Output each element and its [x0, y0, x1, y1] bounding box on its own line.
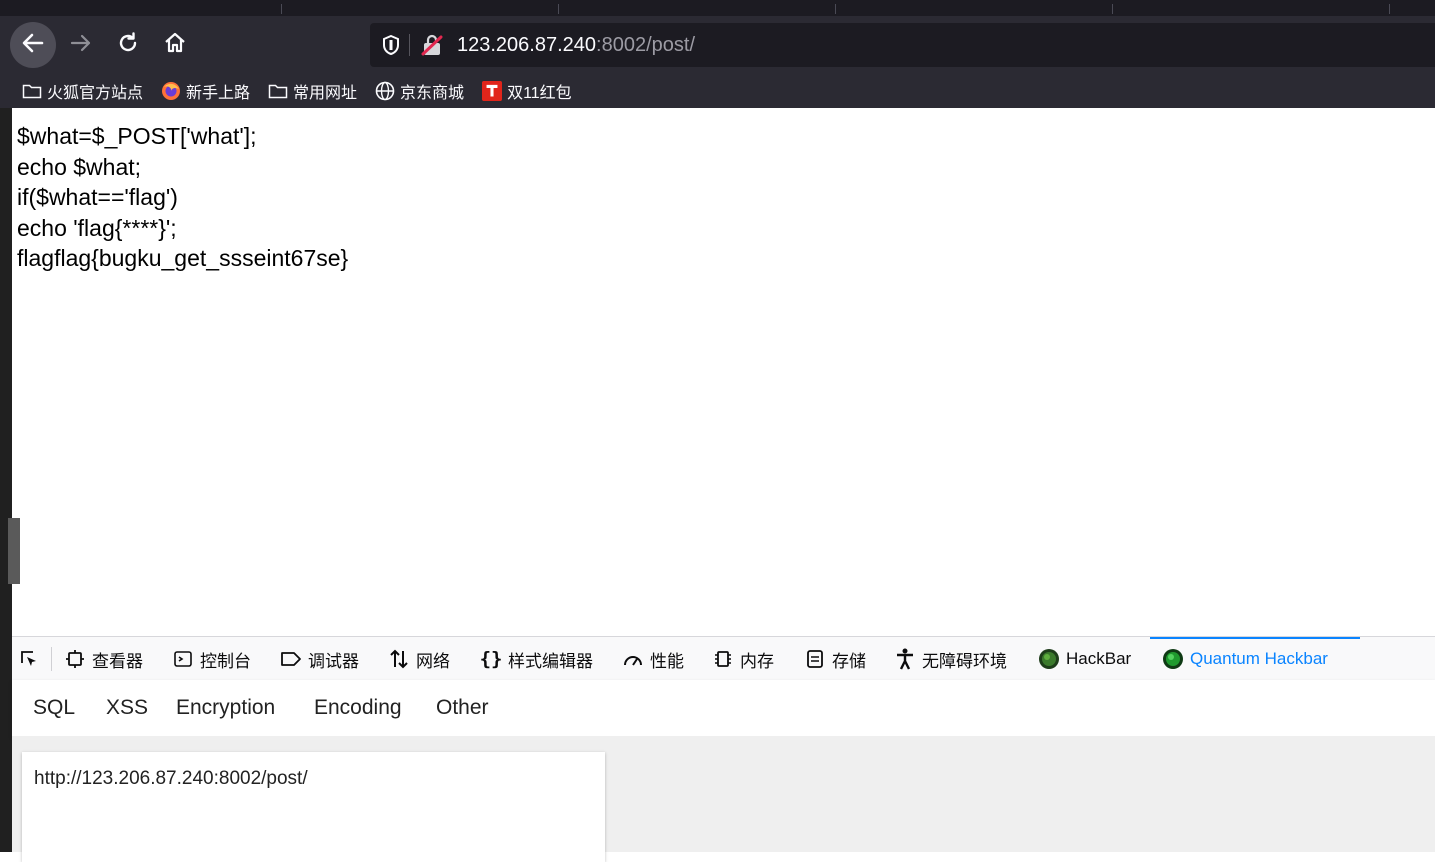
bookmark-label: 双11红包: [507, 85, 572, 102]
toolbar-divider: [51, 647, 52, 671]
active-tab-indicator: [1150, 637, 1360, 639]
hackbar-icon: [1038, 648, 1060, 670]
bookmark-label: 常用网址: [293, 85, 358, 102]
tab-label: 存储: [832, 651, 866, 671]
hackbar-menu: SQL XSS Encryption Encoding Other: [12, 680, 1435, 736]
menu-encoding[interactable]: Encoding: [314, 696, 402, 720]
tab-separator: [558, 4, 559, 14]
hackbar-workspace: http://123.206.87.240:8002/post/: [12, 736, 1435, 862]
tab-performance[interactable]: 性能: [622, 637, 684, 681]
insecure-lock-icon[interactable]: [420, 33, 444, 57]
devtools-toolbar: 查看器 控制台 调试器 网络 {} 样式编辑器 性能 内存 存储 无障碍环境 H…: [12, 636, 1435, 682]
memory-icon: [712, 648, 734, 670]
performance-icon: [622, 648, 644, 670]
url-separator: [409, 34, 410, 56]
tab-label: 无障碍环境: [922, 651, 1007, 671]
element-picker-button[interactable]: [18, 637, 46, 681]
tab-separator: [1389, 4, 1390, 14]
flag-output-line: flagflag{bugku_get_ssseint67se}: [17, 245, 349, 272]
folder-icon: [268, 81, 288, 101]
tab-memory[interactable]: 内存: [712, 637, 774, 681]
firefox-icon: [161, 81, 181, 101]
folder-icon: [22, 81, 42, 101]
home-icon: [163, 31, 187, 60]
forward-button[interactable]: [66, 30, 96, 60]
tab-label: 性能: [650, 651, 684, 671]
browser-chrome: 123.206.87.240:8002/post/ 火狐官方站点 新手上路 常用…: [0, 0, 1435, 108]
url-host: 123.206.87.240: [457, 34, 597, 56]
quantum-hackbar-icon: [1162, 648, 1184, 670]
storage-icon: [804, 648, 826, 670]
console-icon: [172, 648, 194, 670]
tab-strip: [0, 0, 1435, 16]
tab-console[interactable]: 控制台: [172, 637, 251, 681]
debugger-icon: [280, 648, 302, 670]
arrow-left-icon: [20, 30, 46, 61]
reload-button[interactable]: [113, 30, 143, 60]
tab-accessibility[interactable]: 无障碍环境: [894, 637, 1007, 681]
devtools-panel: 查看器 控制台 调试器 网络 {} 样式编辑器 性能 内存 存储 无障碍环境 H…: [12, 636, 1435, 862]
url-text[interactable]: 123.206.87.240:8002/post/: [457, 33, 695, 57]
code-line: echo 'flag{****}';: [17, 214, 177, 241]
tab-debugger[interactable]: 调试器: [280, 637, 359, 681]
left-window-edge: [0, 0, 12, 852]
tab-inspector[interactable]: 查看器: [64, 637, 143, 681]
reload-icon: [116, 31, 140, 60]
menu-sql[interactable]: SQL: [33, 696, 75, 720]
inspector-icon: [64, 648, 86, 670]
bookmark-label: 京东商城: [400, 85, 465, 102]
home-button[interactable]: [160, 30, 190, 60]
scrollbar-thumb[interactable]: [8, 518, 20, 584]
navigation-toolbar: 123.206.87.240:8002/post/: [0, 16, 1435, 74]
tab-label: 调试器: [308, 651, 359, 671]
style-editor-icon: {}: [479, 648, 503, 670]
menu-other[interactable]: Other: [436, 696, 489, 720]
tab-label: 控制台: [200, 651, 251, 671]
globe-icon: [375, 81, 395, 101]
bookmark-huohu[interactable]: 火狐官方站点: [22, 78, 143, 104]
hackbar-url-value: http://123.206.87.240:8002/post/: [34, 768, 308, 789]
bookmark-xinshou[interactable]: 新手上路: [161, 78, 250, 104]
hackbar-url-input[interactable]: http://123.206.87.240:8002/post/: [22, 752, 605, 862]
tab-label: 网络: [416, 651, 450, 671]
shield-icon[interactable]: [380, 34, 402, 56]
back-button[interactable]: [10, 22, 56, 68]
accessibility-icon: [894, 648, 916, 670]
tab-label: 内存: [740, 651, 774, 671]
code-line: echo $what;: [17, 153, 142, 180]
tab-style-editor[interactable]: {} 样式编辑器: [480, 637, 593, 681]
t-badge-icon: [482, 81, 503, 101]
tab-label: 样式编辑器: [508, 651, 593, 671]
tab-separator: [281, 4, 282, 14]
url-bar[interactable]: 123.206.87.240:8002/post/: [370, 23, 1435, 67]
element-picker-icon: [18, 648, 40, 670]
tab-separator: [835, 4, 836, 14]
tab-storage[interactable]: 存储: [804, 637, 866, 681]
tab-separator: [1112, 4, 1113, 14]
menu-encryption[interactable]: Encryption: [176, 696, 275, 720]
bookmark-label: 火狐官方站点: [47, 85, 144, 102]
php-source-output: $what=$_POST['what'];echo $what; if($what…: [17, 121, 348, 274]
tab-quantum-hackbar[interactable]: Quantum Hackbar: [1162, 637, 1328, 681]
tab-network[interactable]: 网络: [388, 637, 450, 681]
tab-label: HackBar: [1066, 649, 1132, 668]
page-content: $what=$_POST['what'];echo $what; if($what…: [12, 108, 1435, 636]
bookmark-shuang11[interactable]: 双11红包: [482, 78, 572, 104]
network-icon: [388, 648, 410, 670]
code-line: $what=$_POST['what'];: [17, 123, 257, 149]
tab-label: Quantum Hackbar: [1190, 649, 1328, 668]
code-line: if($what=='flag'): [17, 184, 178, 211]
bookmark-label: 新手上路: [186, 85, 251, 102]
arrow-right-icon: [69, 31, 93, 60]
url-path: :8002/post/: [596, 34, 695, 56]
tab-label: 查看器: [92, 651, 143, 671]
tab-hackbar[interactable]: HackBar: [1038, 637, 1131, 681]
bookmark-changyong[interactable]: 常用网址: [268, 78, 357, 104]
bookmark-jingdong[interactable]: 京东商城: [375, 78, 464, 104]
bookmarks-toolbar: 火狐官方站点 新手上路 常用网址 京东商城 双11红包: [0, 74, 1435, 108]
menu-xss[interactable]: XSS: [106, 696, 148, 720]
